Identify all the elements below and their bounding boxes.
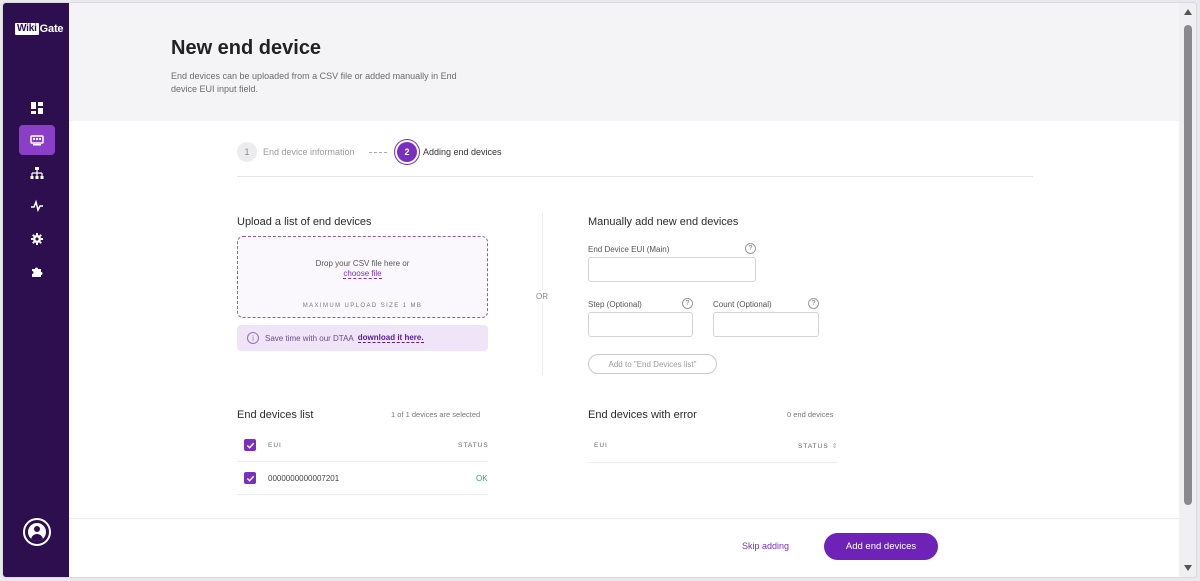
step-label: Step (Optional) [588, 300, 642, 309]
page-header [69, 3, 1179, 121]
device-icon [30, 135, 44, 146]
step-adding-end-devices[interactable]: 2 Adding end devices [397, 142, 502, 162]
count-input[interactable] [713, 312, 819, 337]
sidebar-item-dashboard[interactable] [19, 93, 55, 123]
app-window: Wiki Gate New end device End devices can … [2, 2, 1197, 578]
column-header-eui[interactable]: EUI [594, 442, 608, 449]
user-avatar[interactable] [23, 518, 51, 546]
sidebar-item-integrations[interactable] [19, 257, 55, 287]
step-end-device-information[interactable]: 1 End device information [237, 142, 355, 162]
divider [237, 176, 1033, 177]
row-divider [237, 461, 488, 462]
end-device-eui-input[interactable] [588, 257, 756, 282]
skip-adding-link[interactable]: Skip adding [742, 541, 789, 551]
check-icon [246, 475, 254, 482]
help-icon[interactable]: ? [682, 298, 693, 309]
device-eui: 0000000000007201 [268, 474, 340, 483]
row-checkbox[interactable] [244, 472, 256, 484]
step-label: End device information [263, 147, 355, 157]
sidebar-item-activity[interactable] [19, 191, 55, 221]
max-upload-size: MAXIMUM UPLOAD SIZE 1 MB [302, 303, 423, 309]
step-number: 1 [237, 142, 257, 162]
select-all-checkbox[interactable] [244, 439, 256, 451]
user-icon [28, 523, 46, 541]
step-number: 2 [397, 142, 417, 162]
choose-file-link[interactable]: choose file [238, 269, 487, 279]
upload-section-title: Upload a list of end devices [237, 216, 372, 228]
add-to-list-button[interactable]: Add to "End Devices list" [588, 354, 717, 374]
column-header-status-sortable[interactable]: STATUS ⇕ [798, 442, 838, 450]
column-header-eui[interactable]: EUI [268, 442, 282, 449]
dtaa-info-banner: i Save time with our DTAA download it he… [237, 325, 488, 351]
column-header-status[interactable]: STATUS [458, 442, 489, 449]
scroll-up-arrow-icon[interactable] [1184, 9, 1192, 15]
csv-dropzone[interactable]: Drop your CSV file here or choose file M… [237, 236, 488, 318]
footer-divider [69, 518, 1179, 519]
status-header-label: STATUS [798, 443, 829, 450]
page-title: New end device [171, 37, 322, 59]
or-label: OR [536, 290, 548, 303]
help-icon[interactable]: ? [808, 298, 819, 309]
scroll-thumb[interactable] [1184, 25, 1192, 505]
network-icon [30, 167, 44, 179]
dashboard-icon [31, 102, 43, 114]
activity-icon [31, 199, 43, 213]
selected-count: 1 of 1 devices are selected [391, 410, 481, 419]
errors-list-title: End devices with error [588, 409, 697, 421]
sidebar-item-network[interactable] [19, 158, 55, 188]
row-divider [237, 494, 488, 495]
help-icon[interactable]: ? [745, 243, 756, 254]
choose-file-label: choose file [343, 269, 382, 279]
step-label: Adding end devices [423, 147, 502, 157]
sidebar: Wiki Gate [3, 3, 69, 577]
count-label: Count (Optional) [713, 300, 772, 309]
step-connector [369, 152, 387, 153]
manual-section-title: Manually add new end devices [588, 216, 739, 228]
drop-text: Drop your CSV file here or [315, 259, 410, 268]
gear-icon [31, 233, 43, 245]
download-link[interactable]: download it here. [357, 333, 424, 343]
banner-text: Save time with our DTAA [265, 333, 354, 343]
puzzle-icon [32, 267, 43, 277]
devices-list-title: End devices list [237, 409, 314, 421]
sidebar-item-settings[interactable] [19, 224, 55, 254]
vertical-scrollbar[interactable] [1179, 3, 1196, 577]
step-input[interactable] [588, 312, 693, 337]
sidebar-item-end-devices[interactable] [19, 125, 55, 155]
row-divider [588, 462, 838, 463]
sort-icon: ⇕ [831, 443, 838, 450]
logo-text: Gate [39, 23, 64, 35]
logo-box-text: Wiki [15, 23, 39, 35]
device-status: OK [476, 474, 488, 483]
page-subtitle: End devices can be uploaded from a CSV f… [171, 71, 457, 94]
add-end-devices-button[interactable]: Add end devices [824, 533, 938, 560]
check-icon [246, 442, 254, 449]
eui-label: End Device EUI (Main) [588, 245, 670, 254]
app-logo[interactable]: Wiki Gate [15, 23, 64, 35]
error-count: 0 end devices [787, 410, 834, 419]
info-icon: i [247, 332, 259, 344]
scroll-down-arrow-icon[interactable] [1184, 565, 1192, 571]
